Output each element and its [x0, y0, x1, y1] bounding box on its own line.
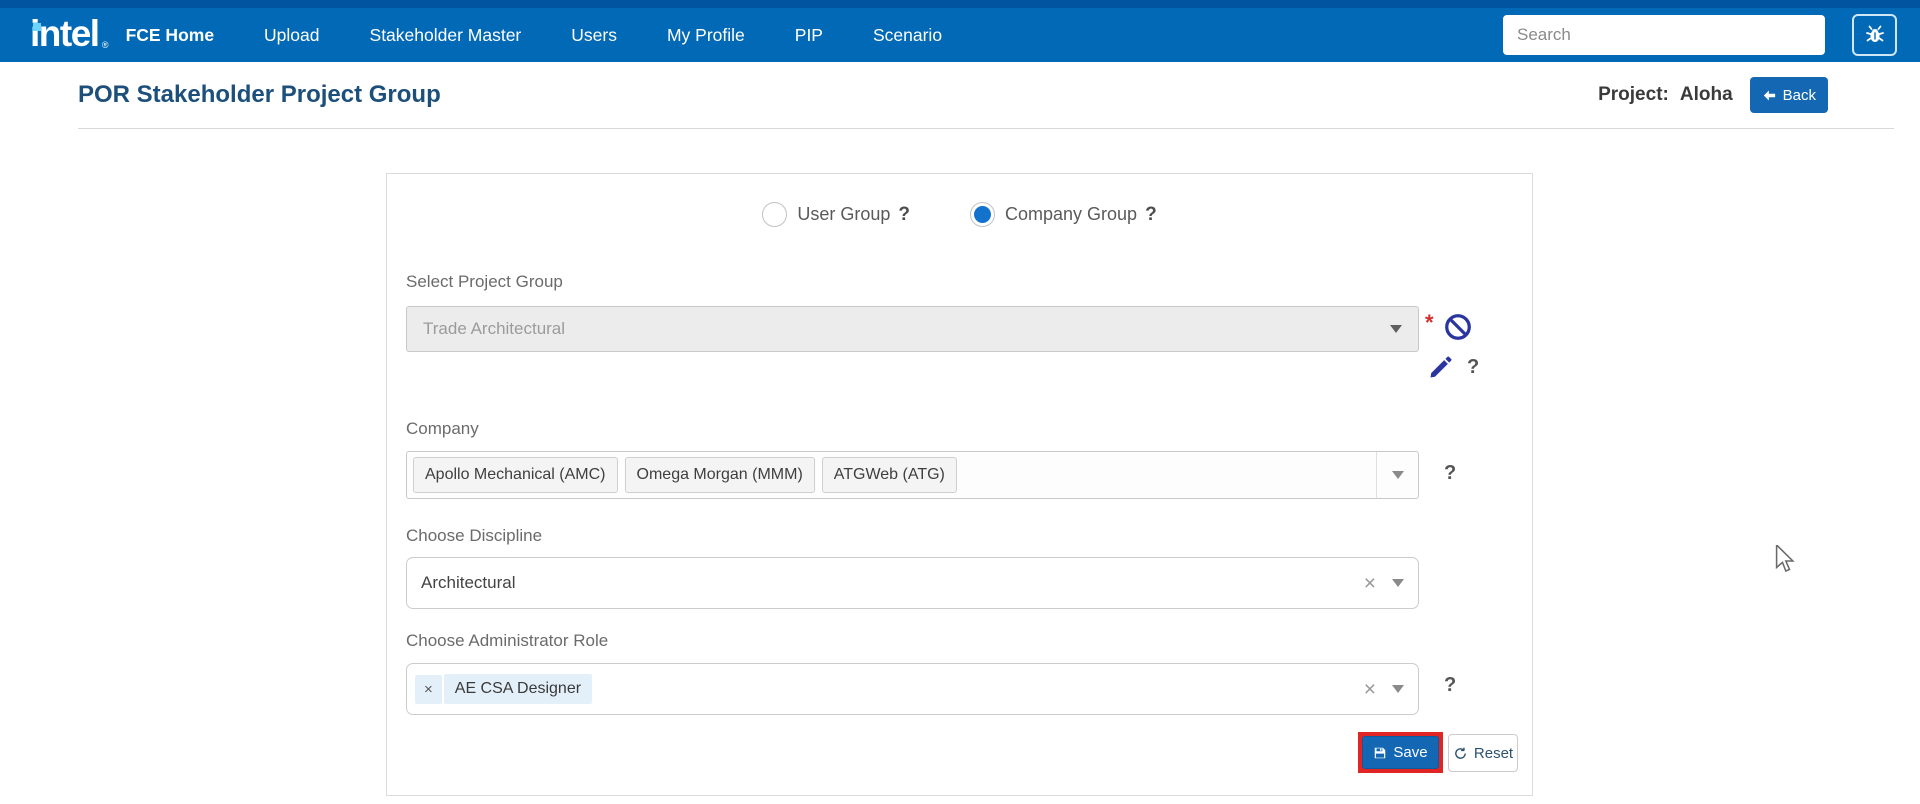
search-input[interactable] — [1503, 15, 1825, 55]
company-tag: ATGWeb (ATG) — [821, 457, 957, 493]
radio-selected-icon[interactable] — [969, 202, 995, 227]
nav-item-fce-home[interactable]: FCE Home — [126, 25, 214, 46]
page-header: POR Stakeholder Project Group Project: A… — [0, 62, 1920, 128]
back-arrow-icon — [1762, 88, 1777, 103]
edit-pencil-icon[interactable] — [1427, 353, 1455, 381]
back-button[interactable]: Back — [1749, 77, 1828, 113]
company-help-icon[interactable]: ? — [1444, 462, 1456, 485]
required-asterisk: * — [1425, 310, 1434, 335]
discipline-clear-icon[interactable]: × — [1364, 573, 1376, 594]
chip-remove-icon[interactable]: × — [415, 674, 442, 704]
admin-role-multiselect[interactable]: × AE CSA Designer × — [406, 663, 1419, 715]
discipline-select[interactable]: Architectural × — [406, 557, 1419, 609]
nav-item-my-profile[interactable]: My Profile — [667, 25, 745, 46]
intel-logo-registered-mark: ® — [101, 39, 109, 50]
nav-item-scenario[interactable]: Scenario — [873, 25, 942, 46]
intel-logo[interactable]: intel ® — [30, 12, 109, 54]
save-button[interactable]: Save — [1362, 736, 1439, 769]
bug-icon — [1863, 22, 1887, 49]
nav-item-stakeholder-master[interactable]: Stakeholder Master — [370, 25, 522, 46]
chevron-down-icon — [1391, 471, 1404, 479]
chevron-down-icon — [1390, 325, 1402, 333]
project-label: Project: — [1598, 84, 1669, 105]
user-group-help-icon[interactable]: ? — [898, 204, 910, 226]
save-floppy-icon — [1373, 746, 1387, 760]
page-title: POR Stakeholder Project Group — [78, 81, 441, 108]
project-group-select: Trade Architectural — [406, 306, 1419, 352]
mouse-cursor — [1773, 543, 1797, 578]
discipline-value: Architectural — [421, 573, 516, 592]
nav-item-upload[interactable]: Upload — [264, 25, 319, 46]
top-navbar: intel ® FCE Home Upload Stakeholder Mast… — [0, 8, 1920, 62]
form-card: User Group ? Company Group ? Select Proj… — [386, 173, 1533, 796]
admin-role-chip: × AE CSA Designer — [415, 674, 593, 704]
header-divider — [78, 128, 1894, 129]
navbar-top-strip — [0, 0, 1920, 8]
radio-unselected-icon[interactable] — [762, 202, 788, 227]
project-group-label: Select Project Group — [406, 272, 563, 291]
admin-role-clear-icon[interactable]: × — [1364, 679, 1376, 700]
reset-icon — [1453, 746, 1468, 761]
back-button-label: Back — [1782, 86, 1816, 104]
reset-button-label: Reset — [1473, 744, 1514, 762]
company-group-help-icon[interactable]: ? — [1145, 204, 1157, 226]
page: intel ® FCE Home Upload Stakeholder Mast… — [0, 0, 1920, 804]
group-type-radio-row: User Group ? Company Group ? — [387, 202, 1532, 227]
company-tag: Apollo Mechanical (AMC) — [413, 457, 618, 493]
company-dropdown-toggle[interactable] — [1376, 452, 1418, 498]
intel-logo-dot — [33, 22, 41, 31]
radio-user-group[interactable]: User Group ? — [762, 202, 910, 227]
chevron-down-icon[interactable] — [1392, 579, 1404, 587]
intel-logo-text: intel — [30, 12, 100, 54]
bug-report-button[interactable] — [1852, 14, 1897, 56]
project-group-value: Trade Architectural — [423, 319, 566, 338]
admin-role-label: Choose Administrator Role — [406, 631, 609, 650]
reset-button[interactable]: Reset — [1448, 734, 1518, 772]
admin-role-chip-label: AE CSA Designer — [443, 674, 593, 704]
admin-role-help-icon[interactable]: ? — [1444, 674, 1456, 697]
discipline-label: Choose Discipline — [406, 526, 543, 545]
nav-links: FCE Home Upload Stakeholder Master Users… — [126, 25, 943, 46]
radio-user-group-label: User Group — [797, 204, 891, 224]
radio-company-group[interactable]: Company Group ? — [969, 202, 1157, 227]
company-tag: Omega Morgan (MMM) — [624, 457, 815, 493]
chevron-down-icon[interactable] — [1392, 685, 1404, 693]
radio-company-group-label: Company Group — [1004, 204, 1138, 224]
clear-project-group-ban-icon[interactable] — [1443, 312, 1473, 342]
project-value: Aloha — [1679, 84, 1733, 105]
company-multiselect[interactable]: Apollo Mechanical (AMC) Omega Morgan (MM… — [406, 451, 1419, 499]
project-group-help-icon[interactable]: ? — [1467, 356, 1479, 379]
nav-item-users[interactable]: Users — [571, 25, 617, 46]
nav-item-pip[interactable]: PIP — [795, 25, 823, 46]
save-button-label: Save — [1393, 744, 1428, 761]
save-button-highlight: Save — [1358, 732, 1443, 773]
company-label: Company — [406, 419, 479, 438]
